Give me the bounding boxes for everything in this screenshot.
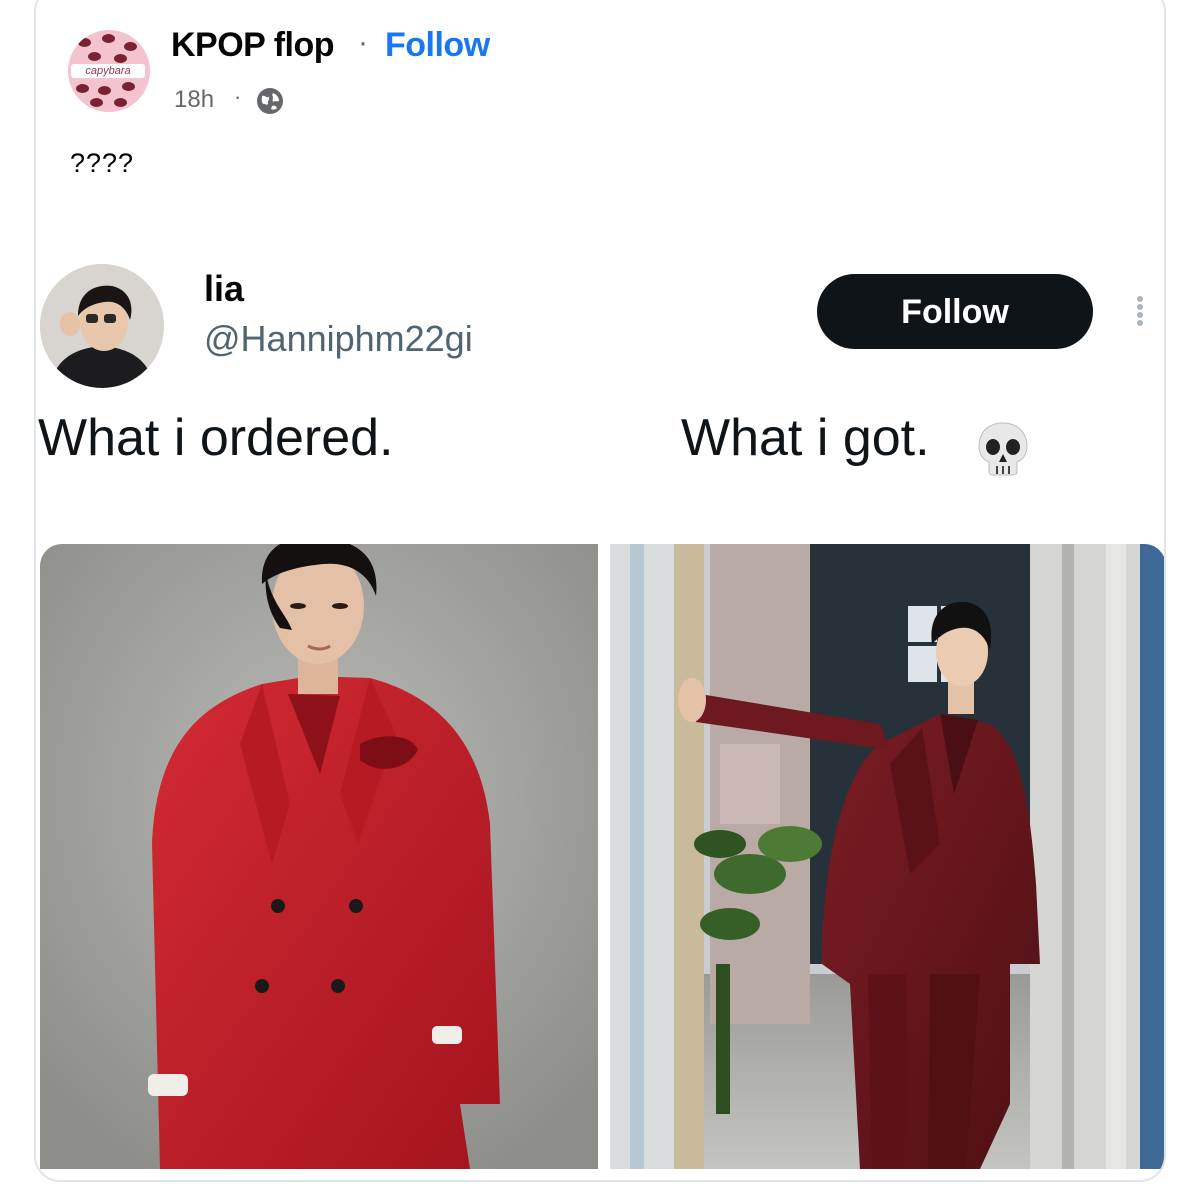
tweet-text-got: What i got. xyxy=(681,409,930,467)
post-timestamp[interactable]: 18h xyxy=(174,86,214,114)
avatar-pattern-spot xyxy=(124,42,137,51)
page-follow-link[interactable]: Follow xyxy=(385,26,490,65)
avatar-pattern-spot xyxy=(90,98,103,107)
avatar-pattern-spot xyxy=(78,38,91,47)
tweet-text-ordered: What i ordered. xyxy=(38,409,394,467)
avatar-pattern-spot xyxy=(114,54,127,63)
avatar-pattern-spot xyxy=(114,98,127,107)
globe-icon xyxy=(257,88,283,114)
skull-icon xyxy=(978,422,1028,476)
avatar-pattern-spot xyxy=(98,86,111,95)
name-separator: · xyxy=(358,26,368,59)
tweet-display-name[interactable]: lia xyxy=(204,268,244,310)
tweet-handle[interactable]: @Hanniphm22gi xyxy=(204,318,473,360)
avatar-portrait xyxy=(40,264,164,388)
tweet-author-avatar[interactable] xyxy=(40,264,164,388)
time-separator: · xyxy=(234,84,242,109)
avatar-label: capybara xyxy=(71,64,145,78)
page-avatar[interactable]: capybara xyxy=(68,30,150,112)
post-card: capybara KPOP flop · Follow 18h · ???? l… xyxy=(34,0,1166,1182)
vertical-ellipsis-icon[interactable] xyxy=(1132,293,1148,333)
tweet-follow-button[interactable]: Follow xyxy=(817,274,1093,349)
received-photo[interactable] xyxy=(610,544,1164,1169)
post-caption: ???? xyxy=(70,148,135,178)
avatar-pattern-spot xyxy=(76,84,89,93)
avatar-pattern-spot xyxy=(122,82,135,91)
ordered-photo[interactable] xyxy=(40,544,598,1169)
burgundy-suit-image xyxy=(610,544,1164,1169)
page-name[interactable]: KPOP flop xyxy=(171,26,335,65)
red-suit-image xyxy=(40,544,598,1169)
avatar-pattern-spot xyxy=(102,34,115,43)
avatar-pattern-spot xyxy=(88,52,101,61)
